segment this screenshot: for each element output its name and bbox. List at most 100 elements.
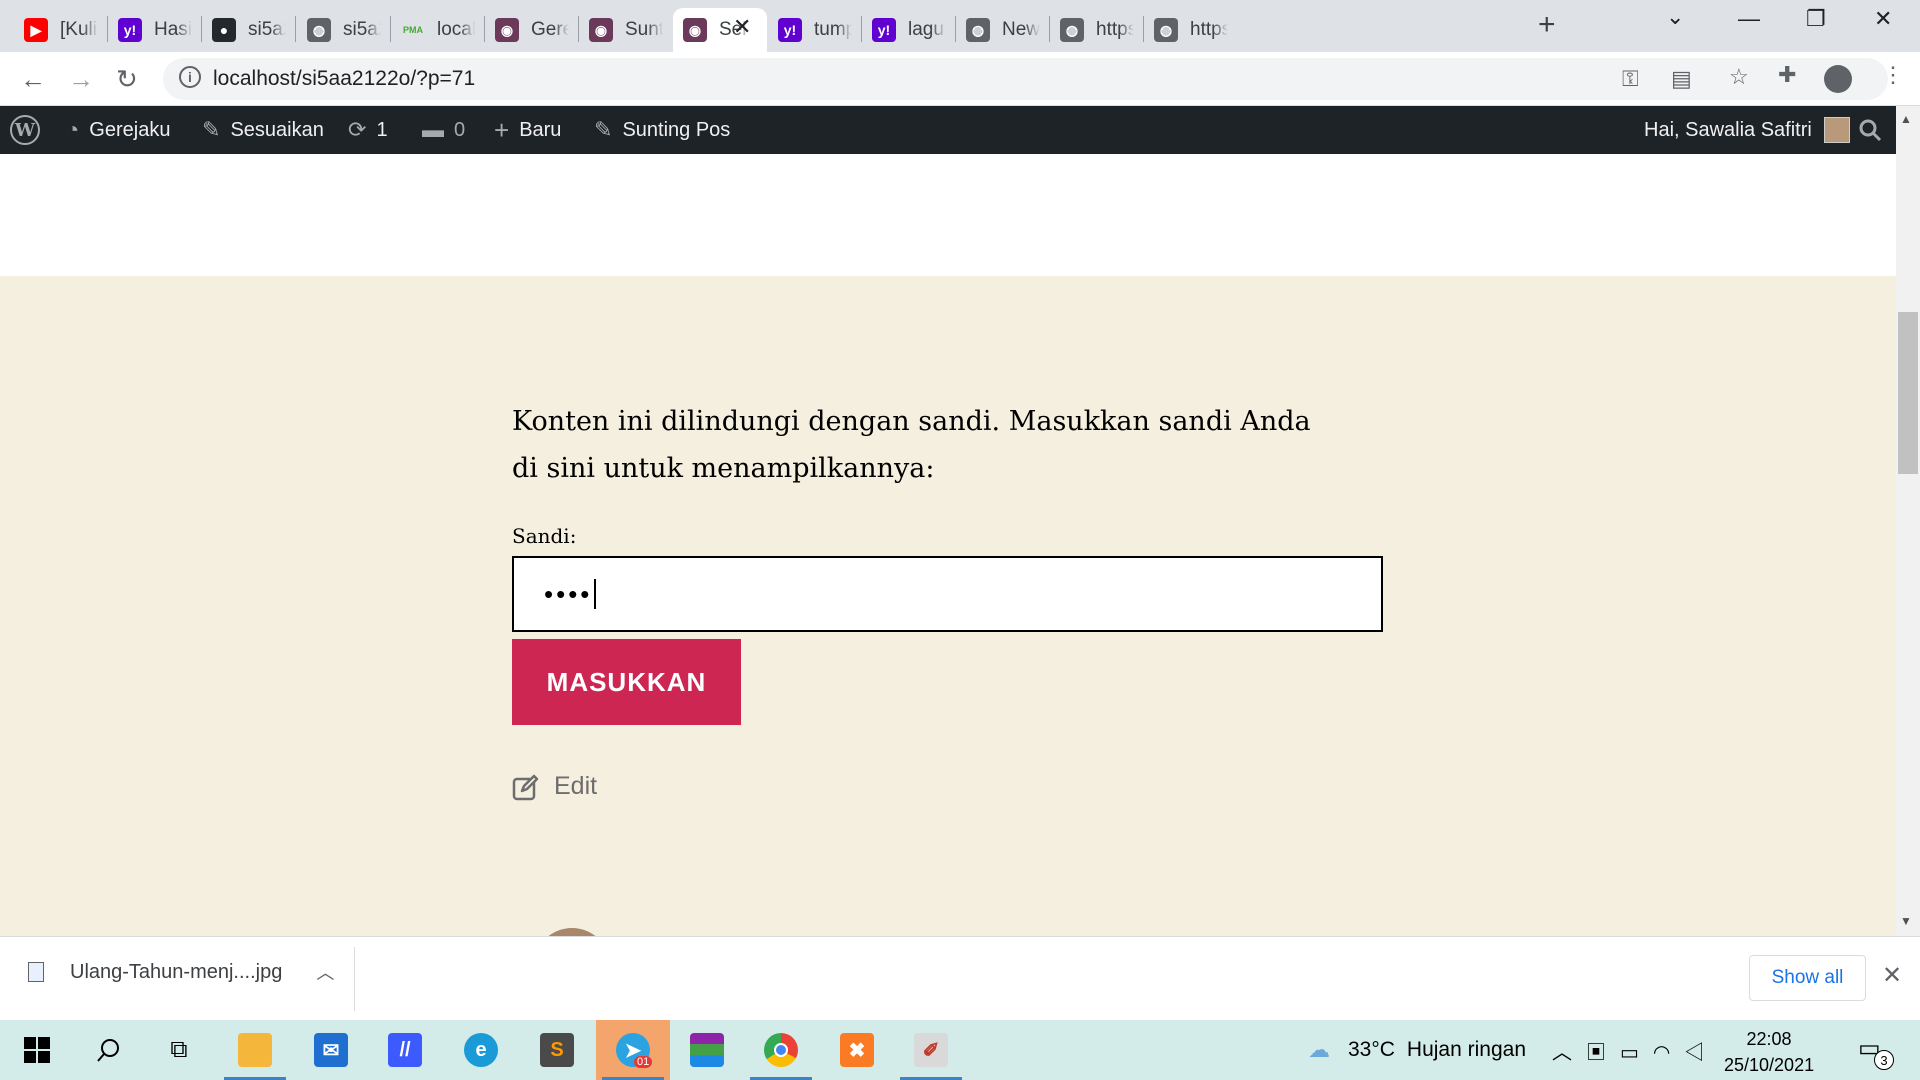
site-info-icon[interactable]: i (179, 66, 201, 88)
browser-tab[interactable]: y! lagu se (862, 8, 956, 52)
tab-title: https:/ (1096, 19, 1134, 40)
paint-palette-icon[interactable]: ✐ (894, 1020, 968, 1080)
tab-title: [Kuliah (60, 19, 98, 40)
new-content-link[interactable]: + Baru (494, 106, 561, 154)
customize-link[interactable]: ✎ Sesuaikan (202, 106, 324, 154)
clock-time: 22:08 (1746, 1029, 1792, 1049)
yahoo-icon: y! (778, 18, 802, 42)
edit-post-link-bottom[interactable]: Edit (512, 772, 597, 801)
browser-tab[interactable]: PMA localho (391, 8, 485, 52)
edit-label: Edit (554, 772, 598, 800)
clock-date: 25/10/2021 (1724, 1055, 1815, 1075)
chevron-up-icon[interactable]: ︿ (316, 959, 334, 985)
profile-avatar-icon[interactable] (1824, 65, 1852, 93)
tab-title: lagu se (908, 19, 946, 40)
browser-tab[interactable]: ▶ [Kuliah (14, 8, 108, 52)
mail-icon[interactable]: ✉ (294, 1020, 368, 1080)
site-name-link[interactable]: ◔ Gerejaku (66, 106, 170, 154)
xampp-icon[interactable]: ✖ (820, 1020, 894, 1080)
menu-kebab-icon[interactable]: ⋮ (1882, 62, 1904, 88)
key-icon[interactable]: ⚿ (1622, 66, 1639, 92)
restore-icon[interactable]: ❐ (1806, 6, 1826, 32)
page-scrollbar[interactable] (1896, 106, 1920, 936)
telegram-icon[interactable]: ➤ 01 (596, 1020, 670, 1080)
wordpress-logo-icon[interactable]: W (10, 106, 40, 154)
browser-tab[interactable]: ● si5a21 (202, 8, 296, 52)
editor-app-icon[interactable]: // (368, 1020, 442, 1080)
scrollbar-thumb[interactable] (1898, 312, 1918, 474)
weather-widget[interactable]: ☁ 33°C Hujan ringan (1308, 1020, 1526, 1080)
browser-tab[interactable]: ◍ https:/ (1144, 8, 1238, 52)
file-explorer-icon[interactable] (218, 1020, 292, 1080)
browser-tab[interactable]: ◍ https:/ (1050, 8, 1144, 52)
new-tab-plus-icon[interactable]: + (1538, 8, 1556, 42)
wifi-icon[interactable]: ◠ (1653, 1042, 1684, 1064)
tab-title: si5a21 (248, 19, 286, 40)
password-input[interactable]: •••• (512, 556, 1383, 632)
browser-tab[interactable]: y! Hasil C (108, 8, 202, 52)
browser-tab[interactable]: ◍ New Ta (956, 8, 1050, 52)
edit-post-link[interactable]: ✎ Sunting Pos (594, 106, 730, 154)
tab-separator (295, 16, 296, 42)
plus-icon: + (494, 114, 510, 145)
minimize-icon[interactable]: — (1738, 6, 1760, 32)
battery-icon[interactable]: ▭ (1620, 1042, 1653, 1064)
volume-icon[interactable]: ◁ (1684, 1042, 1718, 1064)
browser-tab[interactable]: ◉ Gereja (485, 8, 579, 52)
search-magnifier-icon[interactable] (72, 1020, 146, 1080)
bookmark-star-icon[interactable]: ☆ (1729, 64, 1749, 90)
close-download-bar-icon[interactable]: ✕ (1882, 961, 1902, 990)
globe-icon: ◍ (307, 18, 331, 42)
scroll-down-arrow-icon[interactable]: ▼ (1900, 914, 1912, 928)
globe-icon: ◍ (1154, 18, 1178, 42)
new-content-label: Baru (519, 118, 562, 141)
chrome-icon[interactable] (744, 1020, 818, 1080)
notification-count-badge: 3 (1874, 1050, 1894, 1070)
close-tab-icon[interactable]: ✕ (733, 14, 751, 40)
back-arrow-icon[interactable]: ← (20, 64, 46, 95)
browser-tab[interactable]: y! tumpe (768, 8, 862, 52)
winrar-icon[interactable] (670, 1020, 744, 1080)
my-account-link[interactable]: Hai, Sawalia Safitri (1644, 106, 1850, 154)
task-view-icon[interactable]: ⧉ (142, 1020, 216, 1080)
extensions-puzzle-icon[interactable]: ✚ (1778, 62, 1796, 88)
submit-password-button[interactable]: MASUKKAN (512, 639, 741, 725)
tab-title: Gereja (531, 19, 569, 40)
browser-tab[interactable]: ◉ Sel (673, 8, 767, 52)
translate-icon[interactable]: ▤ (1671, 66, 1692, 92)
show-all-downloads-button[interactable]: Show all (1749, 955, 1866, 1001)
user-avatar (1823, 117, 1850, 143)
forward-arrow-icon[interactable]: → (68, 64, 94, 95)
tab-search-chevron-icon[interactable]: ⌄ (1666, 4, 1684, 30)
tab-title: si5a21 (343, 19, 381, 40)
taskbar-clock[interactable]: 22:08 25/10/2021 (1724, 1026, 1814, 1078)
browser-tab[interactable]: ◍ si5a21 (297, 8, 391, 52)
browser-toolbar: ← → ↻ i localhost/si5aa2122o/?p=71 ⚿ ▤ ☆… (0, 52, 1920, 106)
text-caret (594, 579, 597, 609)
tray-chevron-up-icon[interactable]: ︿ (1552, 1042, 1586, 1064)
sublime-text-icon[interactable]: S (520, 1020, 594, 1080)
close-window-icon[interactable]: ✕ (1874, 6, 1892, 32)
pencil-icon: ✎ (594, 117, 613, 142)
github-icon: ● (212, 18, 236, 42)
weather-description: Hujan ringan (1406, 1038, 1527, 1061)
comments-link[interactable]: ▬ 0 (422, 106, 465, 154)
reload-icon[interactable]: ↻ (116, 64, 138, 95)
meet-now-icon[interactable]: ▣ (1586, 1042, 1620, 1064)
browser-tab[interactable]: ◉ Sunting (579, 8, 673, 52)
yahoo-icon: y! (872, 18, 896, 42)
download-item[interactable]: Ulang-Tahun-menj....jpg ︿ (28, 959, 334, 985)
url-text[interactable]: localhost/si5aa2122o/?p=71 (213, 67, 475, 91)
edge-browser-icon[interactable]: e (444, 1020, 518, 1080)
customize-label: Sesuaikan (230, 118, 324, 141)
download-file-name: Ulang-Tahun-menj....jpg (70, 960, 283, 983)
youtube-icon: ▶ (24, 18, 48, 42)
tab-title: Sunting (625, 19, 663, 40)
scroll-up-arrow-icon[interactable]: ▲ (1900, 112, 1912, 126)
updates-link[interactable]: ⟳ 1 (348, 106, 388, 154)
admin-search-icon[interactable] (1858, 106, 1882, 154)
start-windows-icon[interactable] (0, 1020, 74, 1080)
tab-title: New Ta (1002, 19, 1040, 40)
address-bar[interactable]: i localhost/si5aa2122o/?p=71 ⚿ ▤ ☆ (163, 58, 1888, 100)
wp-admin-bar: W ◔ Gerejaku ✎ Sesuaikan ⟳ 1 ▬ 0 + Baru … (0, 106, 1896, 154)
